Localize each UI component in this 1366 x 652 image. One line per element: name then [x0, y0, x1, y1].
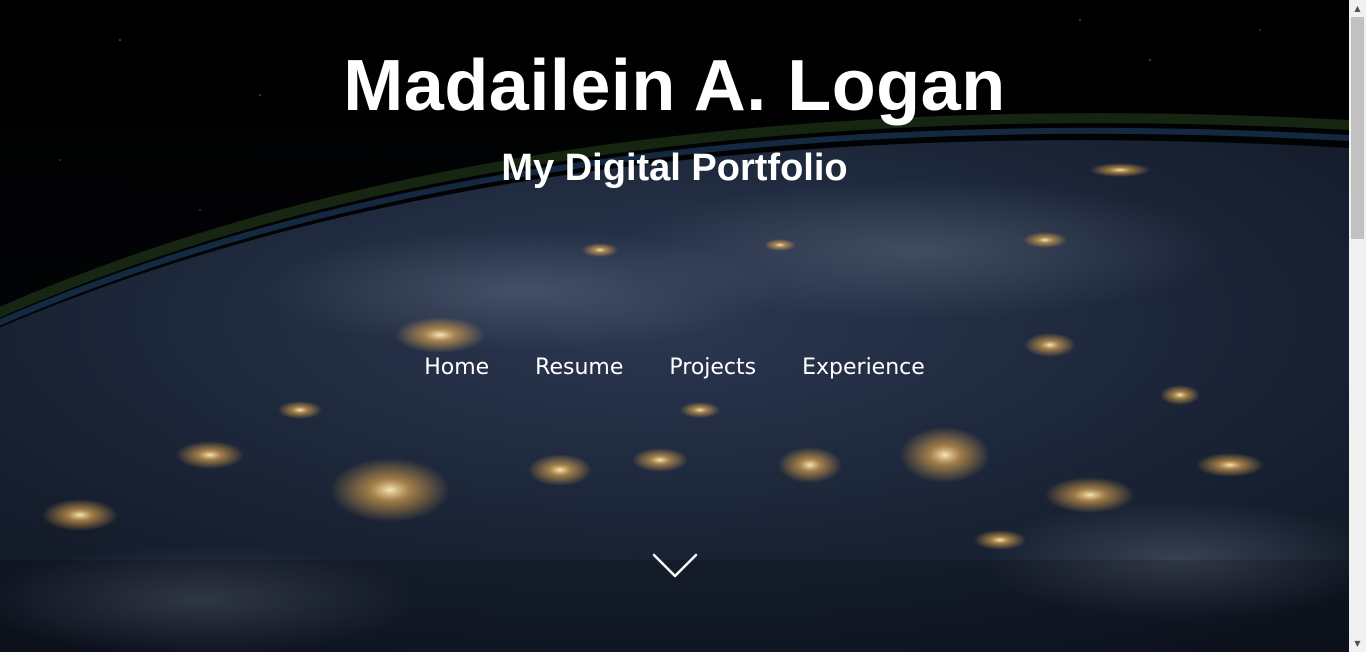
page-title: Madailein A. Logan: [343, 46, 1006, 126]
page: Madailein A. Logan My Digital Portfolio …: [0, 0, 1366, 652]
page-subtitle: My Digital Portfolio: [501, 147, 848, 189]
vertical-scrollbar[interactable]: ▲ ▼: [1349, 0, 1366, 652]
scroll-up-arrow-icon[interactable]: ▲: [1349, 0, 1366, 17]
nav-link-projects[interactable]: Projects: [669, 352, 756, 384]
nav-link-experience[interactable]: Experience: [802, 352, 925, 384]
scrollbar-thumb[interactable]: [1351, 17, 1364, 239]
main-nav: Home Resume Projects Experience: [0, 352, 1349, 384]
chevron-down-icon[interactable]: [651, 552, 699, 580]
nav-link-resume[interactable]: Resume: [535, 352, 623, 384]
hero-section: Madailein A. Logan My Digital Portfolio …: [0, 0, 1349, 652]
nav-link-home[interactable]: Home: [424, 352, 489, 384]
scroll-down-arrow-icon[interactable]: ▼: [1349, 635, 1366, 652]
